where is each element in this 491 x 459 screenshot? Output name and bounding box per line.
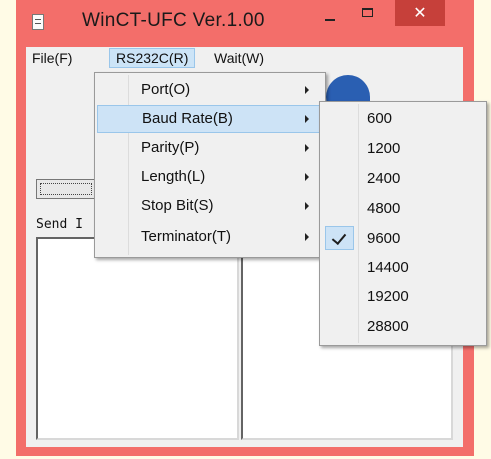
baud-option-28800[interactable]: 28800 xyxy=(322,313,484,341)
baud-option-label: 2400 xyxy=(367,170,401,187)
menu-bar: File(F) RS232C(R) Wait(W) xyxy=(26,47,463,69)
baud-option-600[interactable]: 600 xyxy=(322,105,484,133)
menu-rs232c[interactable]: RS232C(R) xyxy=(109,48,196,68)
title-bar[interactable]: WinCT-UFC Ver.1.00 ✕ xyxy=(16,0,474,44)
menu-item-port[interactable]: Port(O) xyxy=(97,76,323,104)
baud-option-19200[interactable]: 19200 xyxy=(322,283,484,311)
baud-option-label: 1200 xyxy=(367,140,401,157)
chevron-right-icon xyxy=(305,86,309,94)
baud-option-9600[interactable]: 9600 xyxy=(322,225,484,253)
baud-option-label: 28800 xyxy=(367,318,409,335)
baud-option-label: 4800 xyxy=(367,200,401,217)
send-data-textarea[interactable] xyxy=(36,237,239,440)
close-button[interactable]: ✕ xyxy=(395,0,445,26)
menu-item-label: Length(L) xyxy=(141,168,206,185)
baud-option-2400[interactable]: 2400 xyxy=(322,165,484,193)
checkmark-icon xyxy=(331,229,347,246)
menu-item-terminator[interactable]: Terminator(T) xyxy=(97,223,323,251)
chevron-right-icon xyxy=(305,144,309,152)
baud-option-14400[interactable]: 14400 xyxy=(322,254,484,282)
rs232c-dropdown: Port(O) Baud Rate(B) Parity(P) Length(L)… xyxy=(94,72,326,258)
menu-item-label: Stop Bit(S) xyxy=(141,197,214,214)
baud-option-label: 14400 xyxy=(367,259,409,276)
menu-item-length[interactable]: Length(L) xyxy=(97,163,323,191)
menu-wait[interactable]: Wait(W) xyxy=(208,48,270,68)
minimize-button[interactable] xyxy=(316,0,344,26)
chevron-right-icon xyxy=(305,173,309,181)
focused-button[interactable] xyxy=(36,179,96,199)
baud-option-1200[interactable]: 1200 xyxy=(322,135,484,163)
menu-item-label: Port(O) xyxy=(141,81,191,98)
menu-item-label: Baud Rate(B) xyxy=(142,110,233,127)
menu-item-baud-rate[interactable]: Baud Rate(B) xyxy=(97,105,323,133)
menu-item-label: Terminator(T) xyxy=(141,228,232,245)
baud-option-label: 9600 xyxy=(367,230,401,247)
baud-option-4800[interactable]: 4800 xyxy=(322,195,484,223)
chevron-right-icon xyxy=(305,202,309,210)
baud-option-label: 19200 xyxy=(367,288,409,305)
app-icon[interactable] xyxy=(32,14,44,30)
menu-item-parity[interactable]: Parity(P) xyxy=(97,134,323,162)
send-label: Send I xyxy=(36,217,83,232)
checkmark-background xyxy=(325,226,354,250)
close-icon: ✕ xyxy=(413,3,427,22)
baud-option-label: 600 xyxy=(367,110,393,127)
menu-item-label: Parity(P) xyxy=(141,139,200,156)
maximize-button[interactable] xyxy=(354,0,382,26)
menu-item-stop-bit[interactable]: Stop Bit(S) xyxy=(97,192,323,220)
menu-file[interactable]: File(F) xyxy=(26,48,78,68)
window-title: WinCT-UFC Ver.1.00 xyxy=(82,10,265,31)
chevron-right-icon xyxy=(305,233,309,241)
baud-rate-submenu: 600 1200 2400 4800 9600 14400 19200 2880… xyxy=(319,101,487,346)
chevron-right-icon xyxy=(305,115,309,123)
